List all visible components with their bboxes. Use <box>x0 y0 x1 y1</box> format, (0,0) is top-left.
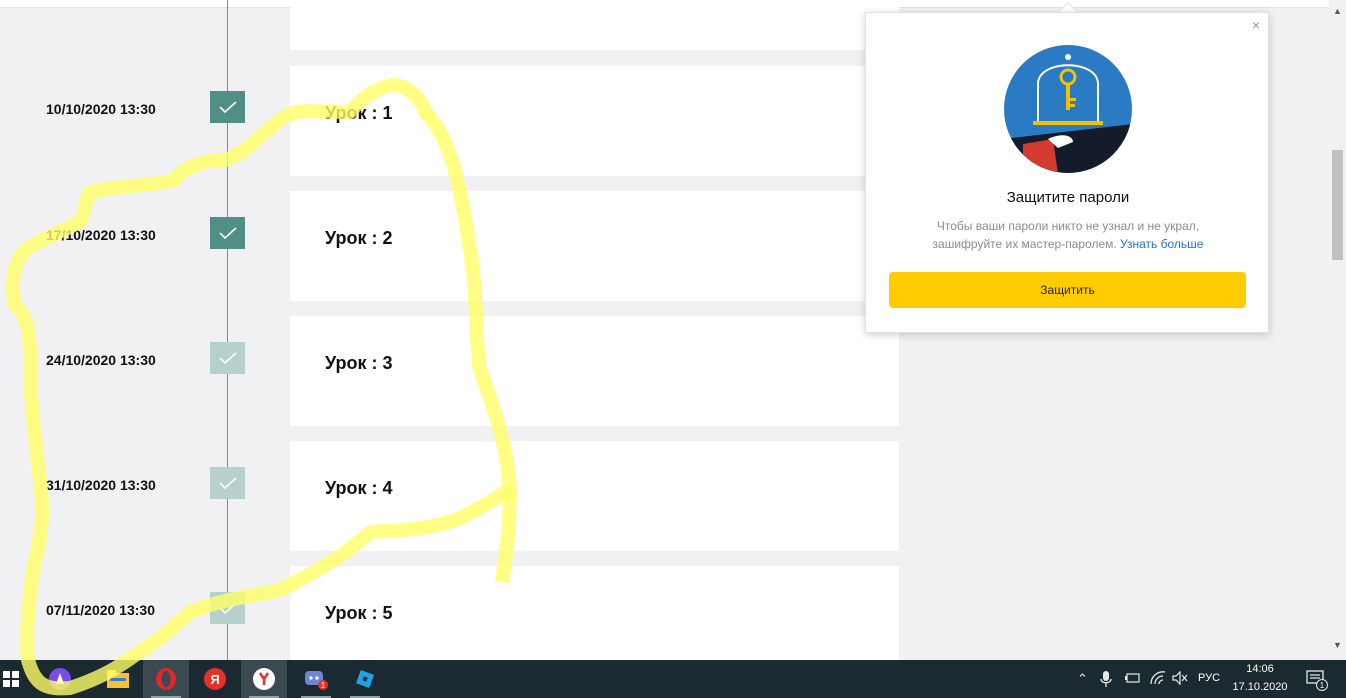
discord-badge: 1 <box>321 681 326 690</box>
lesson-card[interactable]: Урок : 3 <box>290 316 899 426</box>
check-icon <box>210 467 245 499</box>
clock-date[interactable]: 17.10.2020 <box>1230 681 1290 693</box>
lesson-title: Урок : 4 <box>325 478 393 498</box>
protect-button[interactable]: Защитить <box>889 272 1246 308</box>
lesson-card[interactable]: Урок : 1 <box>290 66 899 176</box>
lesson-title: Урок : 5 <box>325 603 393 623</box>
scroll-thumb[interactable] <box>1332 150 1343 260</box>
lesson-title: Урок : 1 <box>325 103 393 123</box>
scroll-up-arrow-icon[interactable]: ▲ <box>1333 6 1342 16</box>
yandex-ya-icon[interactable]: Я <box>192 660 238 698</box>
check-icon <box>210 91 245 123</box>
taskbar: Я 1 ⌃ РУС 14:06 17.10.2020 1 <box>0 660 1346 698</box>
wifi-icon[interactable] <box>1150 671 1166 688</box>
popup-title: Защитите пароли <box>1006 189 1130 206</box>
lesson-card[interactable]: Урок : 5 <box>290 566 899 660</box>
clock-time[interactable]: 14:06 <box>1230 663 1290 675</box>
lesson-date: 07/11/2020 13:30 <box>46 602 155 618</box>
scroll-down-arrow-icon[interactable]: ▼ <box>1333 640 1342 650</box>
roblox-studio-icon[interactable] <box>342 660 388 698</box>
lesson-date: 10/10/2020 13:30 <box>46 101 156 117</box>
windows-start-icon[interactable] <box>0 660 34 698</box>
svg-text:Я: Я <box>210 672 219 687</box>
lesson-card[interactable]: Урок : 2 <box>290 191 899 301</box>
popup-text-line2: зашифруйте их мастер-паролем. <box>932 237 1117 251</box>
lesson-card-previous[interactable] <box>290 0 899 50</box>
microphone-icon[interactable] <box>1100 671 1112 690</box>
file-explorer-icon[interactable] <box>95 660 141 698</box>
lesson-card[interactable]: Урок : 4 <box>290 441 899 551</box>
lesson-date: 31/10/2020 13:30 <box>46 477 156 493</box>
check-icon <box>210 592 245 624</box>
popup-text-line1: Чтобы ваши пароли никто не узнал и не ук… <box>936 219 1200 233</box>
password-protect-popup: × Защитите пароли Чтобы ваши пароли никт… <box>865 12 1269 333</box>
learn-more-link[interactable]: Узнать больше <box>1120 237 1203 251</box>
lesson-date: 24/10/2020 13:30 <box>46 352 156 368</box>
scrollbar[interactable]: ▲ ▼ <box>1329 0 1346 660</box>
opera-icon[interactable] <box>143 660 189 698</box>
key-cloche-illustration <box>1004 45 1132 173</box>
notifications-count: 1 <box>1320 681 1325 690</box>
check-icon <box>210 217 245 249</box>
yandex-browser-icon[interactable] <box>241 660 287 698</box>
discord-icon[interactable]: 1 <box>293 660 339 698</box>
close-icon[interactable]: × <box>1252 17 1260 33</box>
lesson-date: 17/10/2020 13:30 <box>46 227 156 243</box>
lesson-title: Урок : 2 <box>325 228 393 248</box>
check-icon <box>210 342 245 374</box>
page: 10/10/2020 13:30 Урок : 1 17/10/2020 13:… <box>0 0 1346 698</box>
popup-description: Чтобы ваши пароли никто не узнал и не ук… <box>886 217 1250 253</box>
notifications-icon[interactable]: 1 <box>1306 669 1328 694</box>
volume-muted-icon[interactable] <box>1172 670 1188 688</box>
show-hidden-icons-icon[interactable]: ⌃ <box>1077 671 1088 687</box>
language-indicator[interactable]: РУС <box>1198 672 1220 684</box>
battery-icon[interactable] <box>1125 671 1141 688</box>
alice-icon[interactable] <box>37 660 83 698</box>
lesson-title: Урок : 3 <box>325 353 393 373</box>
